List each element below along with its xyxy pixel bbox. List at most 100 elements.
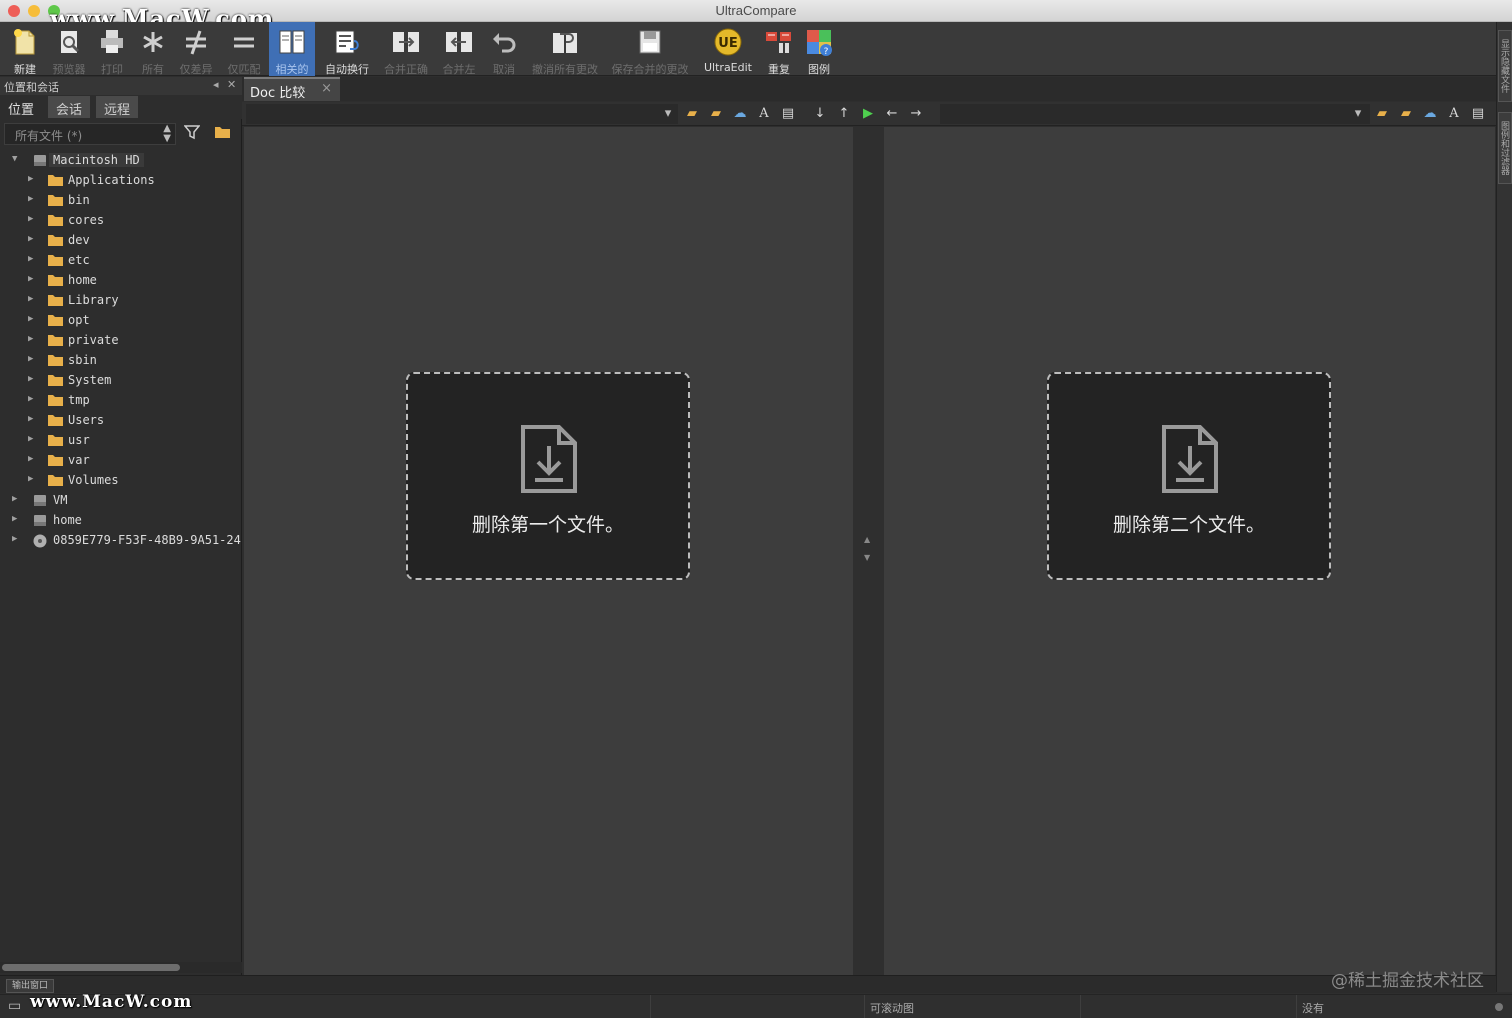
collapse-arrow-icon[interactable]: ▶ [28,474,33,484]
compare-play-icon[interactable]: ▶ [860,106,876,122]
left-document-icon[interactable]: ▤ [780,106,796,122]
show-hidden-files-tab[interactable]: 显示隐藏文件 [1498,30,1512,102]
tree-folder[interactable]: ▶ bin [0,191,242,211]
tab-remote[interactable]: 远程 [96,96,139,118]
output-window-tab[interactable]: 输出窗口 [6,979,55,993]
tree-folder[interactable]: ▶ System [0,371,242,391]
collapse-arrow-icon[interactable]: ▶ [28,194,33,204]
related-button[interactable]: 相关的 [269,22,315,76]
right-font-icon[interactable]: A [1446,106,1462,122]
right-open-icon[interactable]: ▰ [1374,106,1390,122]
tree-folder[interactable]: ▶ Library [0,291,242,311]
tree-drive[interactable]: ▶ home [0,511,242,531]
collapse-arrow-icon[interactable]: ▶ [28,234,33,244]
back-arrow-icon[interactable]: ← [884,106,900,122]
collapse-arrow-icon[interactable]: ▶ [28,334,33,344]
tab-doc-compare[interactable]: Doc 比较 × [244,77,340,101]
print-button[interactable]: 打印 [92,22,132,76]
left-font-icon[interactable]: A [756,106,772,122]
collapse-panel-icon[interactable]: ◂ [213,78,219,91]
new-button[interactable]: 新建 [4,22,46,76]
matches-only-button[interactable]: 仅匹配 [222,22,266,76]
collapse-arrow-icon[interactable]: ▶ [28,414,33,424]
right-path-input[interactable] [940,104,1370,124]
collapse-arrow-icon[interactable]: ▶ [28,374,33,384]
open-folder-icon[interactable] [214,125,231,139]
collapse-arrow-icon[interactable]: ▶ [28,394,33,404]
tree-drive[interactable]: ▶ VM [0,491,242,511]
left-open-icon[interactable]: ▰ [684,106,700,122]
collapse-arrow-icon[interactable]: ▶ [28,354,33,364]
tree-folder[interactable]: ▶ home [0,271,242,291]
collapse-arrow-icon[interactable]: ▶ [28,214,33,224]
word-wrap-button[interactable]: 自动换行 [320,22,374,76]
filter-icon[interactable] [184,124,200,140]
show-all-button[interactable]: 所有 [134,22,172,76]
tree-folder[interactable]: ▶ private [0,331,242,351]
repeat-button[interactable]: 重复 [760,22,798,76]
tab-locations[interactable]: 位置 [0,96,43,118]
legend-filter-tab[interactable]: 图例和过滤器 [1498,112,1512,184]
right-cloud-icon[interactable]: ☁ [1422,106,1438,122]
collapse-arrow-icon[interactable]: ▶ [28,294,33,304]
left-path-input[interactable] [246,104,678,124]
tree-root-drive[interactable]: ▼ Macintosh HD [0,151,242,171]
collapse-arrow-icon[interactable]: ▶ [12,534,17,544]
status-bar: ▭ 可滚动图 没有 [0,994,1512,1018]
undo-all-button[interactable]: 撤消所有更改 [528,22,602,76]
collapse-arrow-icon[interactable]: ▶ [28,174,33,184]
right-compare-pane[interactable]: 删除第二个文件。 [884,127,1495,975]
tree-folder[interactable]: ▶ Applications [0,171,242,191]
ultraedit-button[interactable]: UE UltraEdit [700,22,756,76]
tree-folder[interactable]: ▶ tmp [0,391,242,411]
right-browse-folder-icon[interactable]: ▰ [1398,106,1414,122]
output-window-icon[interactable]: ▭ [8,998,21,1014]
right-drop-zone[interactable]: 删除第二个文件。 [1047,372,1331,580]
save-merged-button[interactable]: 保存合并的更改 [608,22,692,76]
tree-folder[interactable]: ▶ sbin [0,351,242,371]
file-filter-select[interactable]: 所有文件 (*) ▲ ▼ [4,123,176,145]
tree-folder[interactable]: ▶ usr [0,431,242,451]
tree-folder[interactable]: ▶ var [0,451,242,471]
left-compare-pane[interactable]: 删除第一个文件。 [244,127,853,975]
right-path-dropdown-icon[interactable]: ▾ [1350,106,1366,122]
differences-only-button[interactable]: 仅差异 [174,22,218,76]
tab-sessions[interactable]: 会话 [48,96,91,118]
collapse-arrow-icon[interactable]: ▶ [28,314,33,324]
splitter-grip-down-icon[interactable]: ▼ [864,553,870,562]
undo-button[interactable]: 取消 [484,22,524,76]
tree-folder[interactable]: ▶ Users [0,411,242,431]
left-browse-folder-icon[interactable]: ▰ [708,106,724,122]
folder-icon [48,254,63,269]
tree-folder[interactable]: ▶ cores [0,211,242,231]
tree-folder[interactable]: ▶ opt [0,311,242,331]
close-panel-icon[interactable]: ✕ [227,78,236,91]
merge-right-button[interactable]: 合并正确 [380,22,432,76]
merge-left-button[interactable]: 合并左 [436,22,482,76]
expand-arrow-icon[interactable]: ▼ [12,154,17,164]
left-cloud-icon[interactable]: ☁ [732,106,748,122]
close-tab-icon[interactable]: × [321,81,332,96]
tree-disc[interactable]: ▶ 0859E779-F53F-48B9-9A51-24 [0,531,242,551]
tree-folder[interactable]: ▶ etc [0,251,242,271]
collapse-arrow-icon[interactable]: ▶ [12,494,17,504]
forward-arrow-icon[interactable]: → [908,106,924,122]
collapse-arrow-icon[interactable]: ▶ [28,434,33,444]
collapse-arrow-icon[interactable]: ▶ [28,254,33,264]
preview-button[interactable]: 预览器 [48,22,90,76]
left-path-dropdown-icon[interactable]: ▾ [660,106,676,122]
collapse-arrow-icon[interactable]: ▶ [28,274,33,284]
right-document-icon[interactable]: ▤ [1470,106,1486,122]
scrollbar-thumb[interactable] [2,964,180,971]
legend-button[interactable]: ? 图例 [800,22,838,76]
collapse-arrow-icon[interactable]: ▶ [12,514,17,524]
stepper-icon[interactable]: ▲ ▼ [163,124,171,144]
prev-diff-icon[interactable]: ↑ [836,106,852,122]
tree-folder[interactable]: ▶ dev [0,231,242,251]
tree-folder[interactable]: ▶ Volumes [0,471,242,491]
splitter-grip-up-icon[interactable]: ▲ [864,535,870,544]
pane-splitter[interactable]: ▲ ▼ [853,127,884,975]
collapse-arrow-icon[interactable]: ▶ [28,454,33,464]
next-diff-icon[interactable]: ↓ [812,106,828,122]
left-drop-zone[interactable]: 删除第一个文件。 [406,372,690,580]
